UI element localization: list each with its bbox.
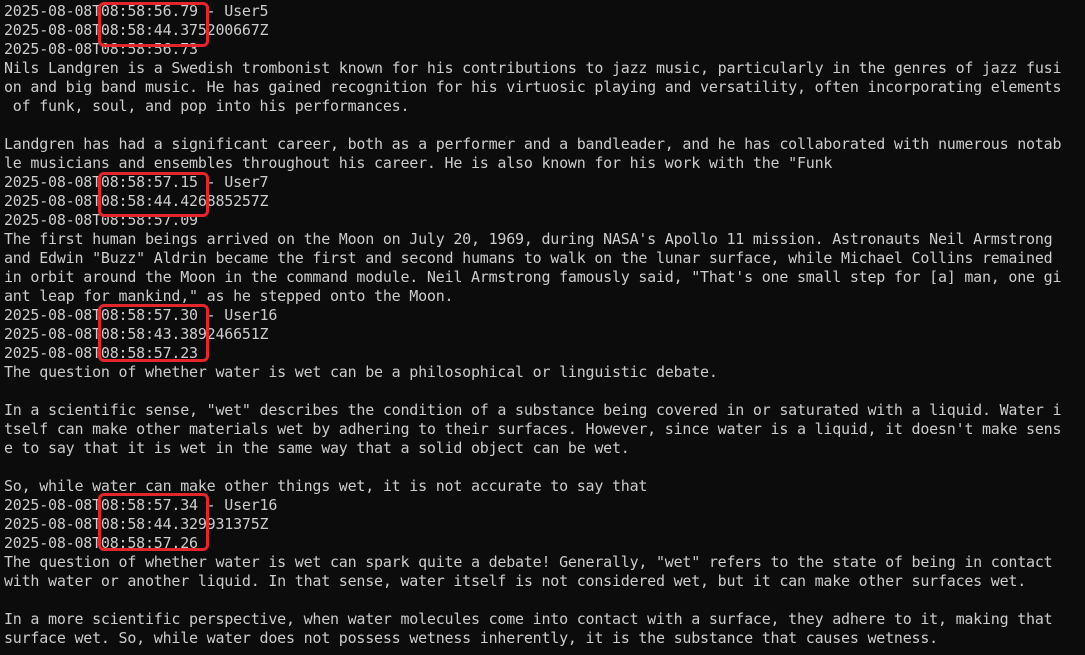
terminal-line: So, while water can make other things we… [4,477,648,495]
terminal-line: 2025-08-08T08:58:57.15 - User7 [4,173,269,191]
terminal-output: 2025-08-08T08:58:56.79 - User5 2025-08-08… [4,2,1062,648]
terminal-line: tself can make other materials wet by ad… [4,420,1062,438]
terminal-line: 2025-08-08T08:58:57.30 - User16 [4,306,278,324]
terminal-line: of funk, soul, and pop into his performa… [4,97,410,115]
terminal-line: The question of whether water is wet can… [4,553,1053,571]
terminal-line: 2025-08-08T08:58:56.79 - User5 [4,2,269,20]
terminal-line: le musicians and ensembles throughout hi… [4,154,833,172]
terminal-line: 2025-08-08T08:58:44.375200667Z [4,21,269,39]
terminal-window[interactable]: 2025-08-08T08:58:56.79 - User5 2025-08-08… [0,0,1085,655]
terminal-line: 2025-08-08T08:58:57.23 [4,344,198,362]
terminal-line: The first human beings arrived on the Mo… [4,230,1053,248]
terminal-line: 2025-08-08T08:58:57.34 - User16 [4,496,278,514]
terminal-line: on and big band music. He has gained rec… [4,78,1062,96]
terminal-line: In a more scientific perspective, when w… [4,610,1053,628]
terminal-line: with water or another liquid. In that se… [4,572,1027,590]
terminal-line: surface wet. So, while water does not po… [4,629,938,647]
terminal-line: 2025-08-08T08:58:44.329931375Z [4,515,269,533]
terminal-line: 2025-08-08T08:58:56.73 [4,40,198,58]
terminal-line: 2025-08-08T08:58:43.389246651Z [4,325,269,343]
terminal-line: 2025-08-08T08:58:57.09 [4,211,198,229]
terminal-line: in orbit around the Moon in the command … [4,268,1062,286]
terminal-line: In a scientific sense, "wet" describes t… [4,401,1062,419]
terminal-line: Nils Landgren is a Swedish trombonist kn… [4,59,1062,77]
terminal-line: and Edwin "Buzz" Aldrin became the first… [4,249,1053,267]
terminal-line: e to say that it is wet in the same way … [4,439,630,457]
terminal-line: 2025-08-08T08:58:44.426885257Z [4,192,269,210]
terminal-line: The question of whether water is wet can… [4,363,718,381]
terminal-line: 2025-08-08T08:58:57.26 [4,534,198,552]
terminal-line: ant leap for mankind," as he stepped ont… [4,287,454,305]
terminal-line: Landgren has had a significant career, b… [4,135,1062,153]
